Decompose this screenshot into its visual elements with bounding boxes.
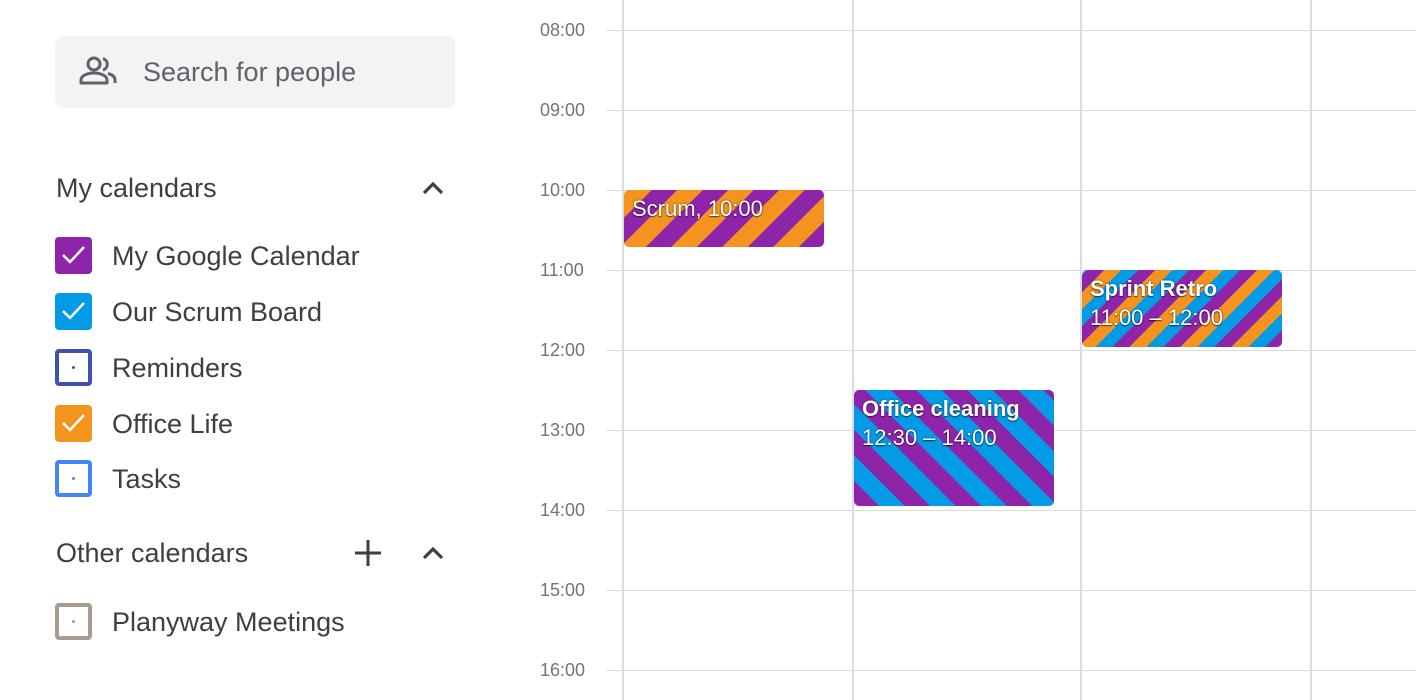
time-label: 11:00: [540, 260, 584, 280]
calendar-label: Reminders: [112, 353, 243, 383]
calendar-label: Planyway Meetings: [112, 607, 345, 637]
calendar-label: Tasks: [112, 464, 182, 494]
time-label: 13:00: [540, 420, 586, 440]
day-column-divider: [622, 0, 624, 700]
calendar-item-our-scrum-board[interactable]: Our Scrum Board: [55, 291, 455, 331]
day-column-divider: [852, 0, 854, 700]
hour-line: [606, 30, 1416, 31]
time-label: 14:00: [540, 500, 586, 520]
hour-line: [606, 270, 1416, 271]
chevron-up-icon[interactable]: [418, 538, 448, 568]
checkbox-checked[interactable]: [55, 237, 92, 274]
checkbox-checked[interactable]: [55, 405, 92, 442]
chevron-up-icon[interactable]: [418, 173, 448, 203]
calendar-label: My Google Calendar: [112, 241, 360, 271]
plus-icon[interactable]: [351, 536, 385, 570]
search-people-input[interactable]: Search for people: [55, 36, 455, 108]
time-label: 16:00: [540, 660, 586, 680]
calendar-label: Office Life: [112, 409, 234, 439]
event-title: Scrum, 10:00: [632, 196, 763, 221]
checkmark-icon: [62, 302, 85, 320]
my-calendars-title: My calendars: [56, 173, 217, 203]
event-office-cleaning[interactable]: Office cleaning 12:30 – 14:00: [854, 390, 1054, 506]
time-label: 15:00: [540, 580, 586, 600]
hour-line: [606, 510, 1416, 511]
sidebar: Search for people My calendars My Google…: [0, 0, 500, 700]
event-scrum[interactable]: Scrum, 10:00: [624, 190, 824, 247]
checkbox-unchecked[interactable]: [55, 349, 92, 386]
calendar-item-reminders[interactable]: Reminders: [55, 347, 455, 387]
calendar-item-tasks[interactable]: Tasks: [55, 458, 455, 498]
checkbox-unchecked[interactable]: [55, 460, 92, 497]
calendar-label: Our Scrum Board: [112, 297, 323, 327]
week-grid[interactable]: 08:00 09:00 10:00 11:00 12:00 13:00 14:0…: [500, 0, 1416, 700]
event-title: Office cleaning: [862, 396, 1020, 421]
other-calendars-header[interactable]: Other calendars: [56, 533, 456, 573]
search-placeholder: Search for people: [143, 57, 357, 87]
event-sprint-retro[interactable]: Sprint Retro 11:00 – 12:00: [1082, 270, 1282, 347]
time-label: 12:00: [540, 340, 586, 360]
hour-line: [606, 350, 1416, 351]
checkmark-icon: [62, 246, 85, 264]
calendar-item-my-google-calendar[interactable]: My Google Calendar: [55, 235, 455, 275]
other-calendars-title: Other calendars: [56, 538, 249, 568]
day-column-divider: [1310, 0, 1312, 700]
calendar-item-planyway-meetings[interactable]: Planyway Meetings: [55, 601, 455, 641]
event-time: 12:30 – 14:00: [862, 425, 997, 450]
hour-line: [606, 670, 1416, 671]
day-column-divider: [1080, 0, 1082, 700]
checkbox-checked[interactable]: [55, 293, 92, 330]
event-title: Sprint Retro: [1090, 276, 1218, 301]
people-icon: [79, 56, 119, 86]
calendar-item-office-life[interactable]: Office Life: [55, 403, 455, 443]
time-label: 08:00: [540, 20, 586, 40]
time-label: 09:00: [540, 100, 586, 120]
hour-line: [606, 110, 1416, 111]
time-label: 10:00: [540, 180, 586, 200]
hour-line: [606, 590, 1416, 591]
my-calendars-header[interactable]: My calendars: [56, 168, 456, 208]
checkbox-unchecked[interactable]: [55, 603, 92, 640]
event-time: 11:00 – 12:00: [1090, 305, 1223, 330]
checkmark-icon: [62, 414, 85, 432]
